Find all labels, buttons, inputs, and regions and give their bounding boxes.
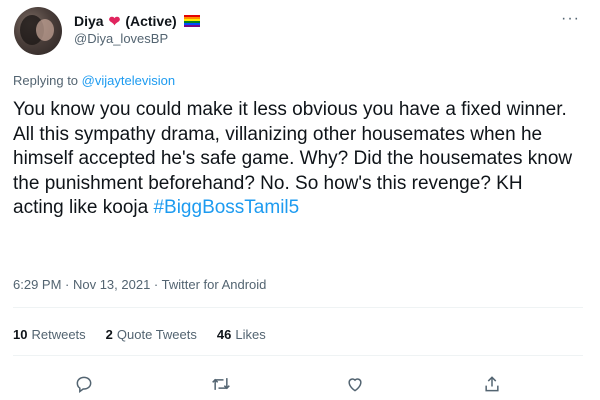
tweet-source: Twitter for Android [161,277,267,292]
heart-icon [348,378,362,392]
author-handle[interactable]: @Diya_lovesBP [74,31,168,46]
replying-target-link[interactable]: @vijaytelevision [82,73,175,88]
divider [13,307,583,308]
retweet-icon [212,378,230,390]
share-icon [485,376,499,392]
retweets-stat[interactable]: 10 Retweets [13,327,86,342]
likes-stat[interactable]: 46 Likes [217,327,266,342]
engagement-stats: 10 Retweets 2 Quote Tweets 46 Likes [13,327,266,342]
share-button[interactable] [480,372,504,396]
reply-button[interactable] [72,372,96,396]
replying-prefix: Replying to [13,73,79,88]
red-heart-emoji-icon: ❤ [108,13,121,29]
author-name[interactable]: Diya [74,13,104,29]
retweet-button[interactable] [209,372,233,396]
avatar-face [36,19,54,41]
tweet-text: You know you could make it less obvious … [13,98,573,221]
tweet-meta: 6:29 PM · Nov 13, 2021 · Twitter for And… [13,277,266,292]
like-button[interactable] [343,372,367,396]
action-bar [0,372,600,396]
tweet-timestamp[interactable]: 6:29 PM · Nov 13, 2021 · [13,277,158,292]
hashtag-link[interactable]: #BiggBossTamil5 [153,197,299,218]
avatar[interactable] [14,7,62,55]
replying-to: Replying to @vijaytelevision [13,73,175,88]
more-icon[interactable]: ··· [561,10,580,28]
author-name-row[interactable]: Diya ❤ (Active) [74,13,200,29]
reply-icon [76,376,92,393]
quote-tweets-stat[interactable]: 2 Quote Tweets [106,327,197,342]
rainbow-flag-icon [183,15,200,27]
divider [13,355,583,356]
author-status: (Active) [125,13,177,29]
